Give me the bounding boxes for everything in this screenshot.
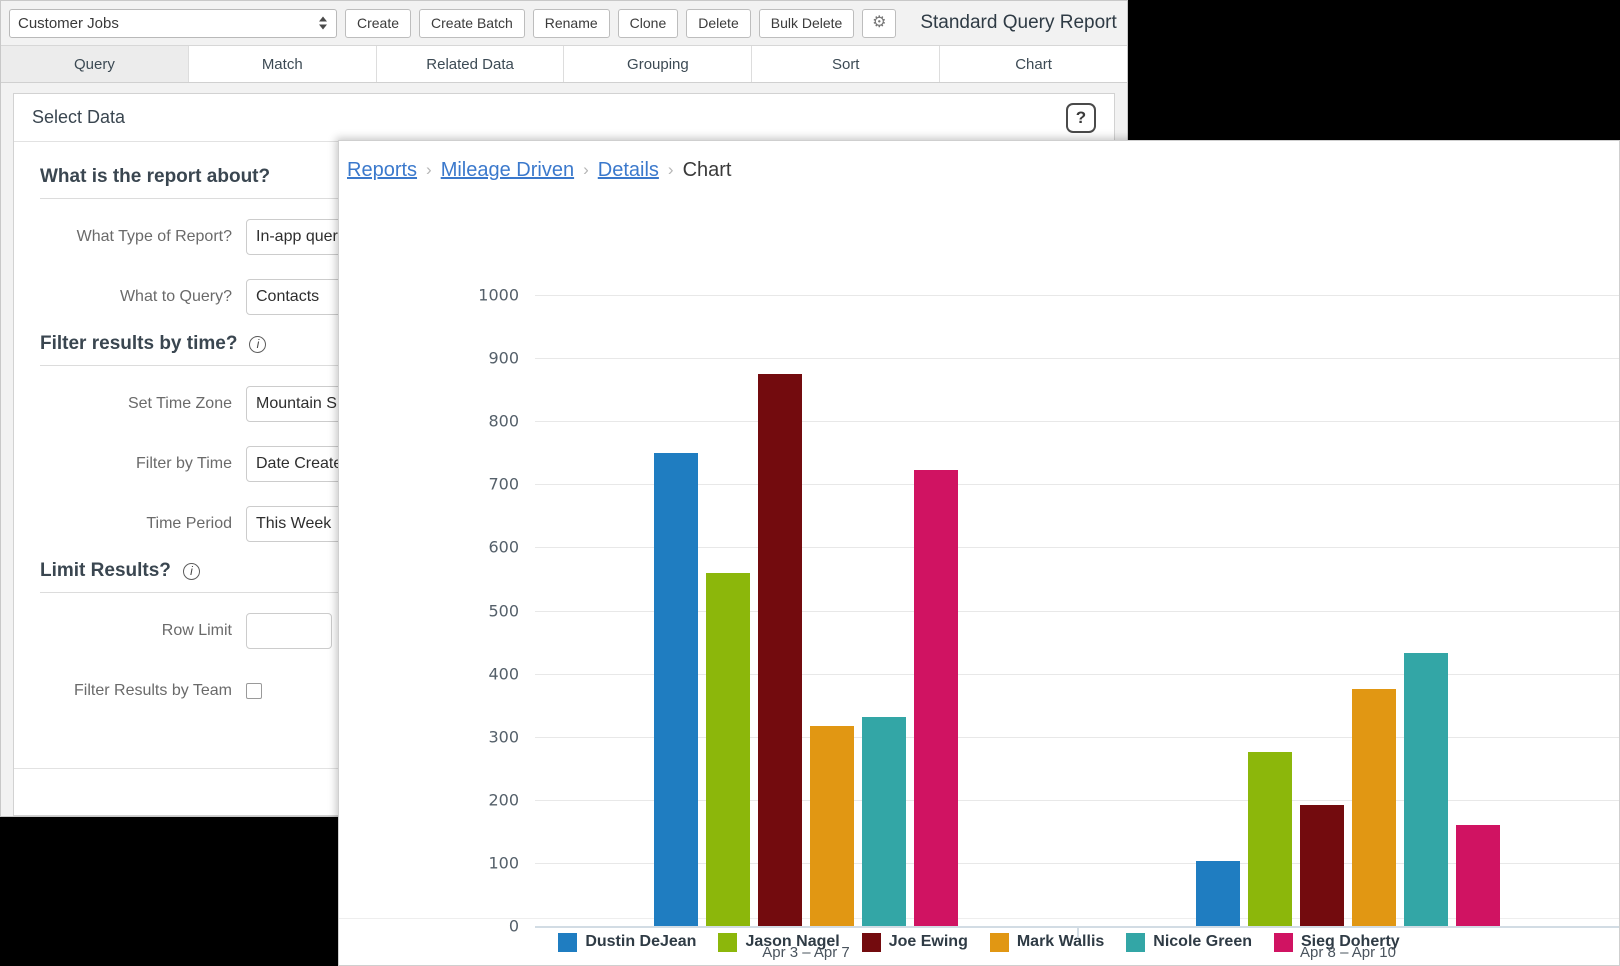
field-label: Time Period xyxy=(146,515,232,532)
report-title: Standard Query Report xyxy=(920,12,1117,33)
y-axis-tick-label: 900 xyxy=(488,348,519,368)
settings-button[interactable]: ⚙ xyxy=(862,8,897,38)
bar[interactable] xyxy=(758,373,802,926)
field-label: What to Query? xyxy=(119,288,232,305)
bar[interactable] xyxy=(1456,825,1500,926)
field-label: Filter by Time xyxy=(135,455,232,472)
breadcrumb-item-details[interactable]: Details xyxy=(598,159,659,182)
y-axis-tick-label: 0 xyxy=(508,916,519,936)
sort-spinner-icon[interactable] xyxy=(319,16,327,30)
legend-swatch xyxy=(1273,932,1293,952)
field-label: Row Limit xyxy=(161,622,232,639)
plot-area: 0 100 200 300 400 500 600 700 800 900 1000 xyxy=(478,286,1619,936)
legend-item[interactable]: Nicole Green xyxy=(1126,932,1252,952)
object-select-value: Customer Jobs xyxy=(18,14,119,32)
tab-query[interactable]: Query xyxy=(1,46,189,82)
breadcrumb-item-mileage-driven[interactable]: Mileage Driven xyxy=(441,159,574,182)
clone-button[interactable]: Clone xyxy=(617,8,679,38)
create-batch-button[interactable]: Create Batch xyxy=(419,8,525,38)
legend-swatch xyxy=(1126,932,1146,952)
query-toolbar: Customer Jobs Create Create Batch Rename… xyxy=(1,1,1127,46)
y-axis-tick-label: 500 xyxy=(488,601,519,620)
bar[interactable] xyxy=(914,470,958,926)
chevron-right-icon: › xyxy=(667,160,674,179)
legend-swatch xyxy=(861,932,881,952)
gridline xyxy=(535,358,1619,360)
tab-match[interactable]: Match xyxy=(188,46,377,82)
field-label: Filter Results by Team xyxy=(74,682,232,699)
y-axis-tick-label: 700 xyxy=(488,474,519,494)
bar[interactable] xyxy=(1300,804,1344,926)
info-icon[interactable]: i xyxy=(182,562,200,580)
x-axis-tick xyxy=(1077,928,1079,938)
legend-item[interactable]: Mark Wallis xyxy=(989,932,1105,952)
field-label: What Type of Report? xyxy=(76,228,232,245)
create-button[interactable]: Create xyxy=(345,8,412,38)
y-axis-tick-label: 1000 xyxy=(478,285,519,305)
legend-label: Nicole Green xyxy=(1153,933,1252,950)
legend-item[interactable]: Dustin DeJean xyxy=(558,932,697,952)
rename-button[interactable]: Rename xyxy=(532,8,610,38)
y-axis-tick-label: 800 xyxy=(488,411,519,431)
chevron-right-icon: › xyxy=(583,160,589,179)
y-axis-tick-label: 100 xyxy=(488,853,519,873)
chevron-right-icon: › xyxy=(426,160,432,179)
panel-title: Select Data xyxy=(32,107,126,127)
gridline xyxy=(535,421,1619,423)
y-axis-tick-label: 600 xyxy=(488,537,519,557)
object-select[interactable]: Customer Jobs xyxy=(9,8,337,38)
breadcrumb-item-reports[interactable]: Reports xyxy=(347,159,417,182)
breadcrumb: Reports › Mileage Driven › Details › Cha… xyxy=(339,141,1619,199)
legend-swatch xyxy=(718,932,738,952)
bar[interactable] xyxy=(1352,689,1396,926)
bar[interactable] xyxy=(810,725,854,926)
question-mark-icon[interactable]: ? xyxy=(1066,102,1096,133)
x-axis-category-label: Apr 8 – Apr 10 xyxy=(1300,944,1396,961)
legend-swatch xyxy=(989,932,1009,952)
bar[interactable] xyxy=(654,452,698,926)
app-root: Customer Jobs Create Create Batch Rename… xyxy=(0,0,1620,966)
y-axis-tick-label: 200 xyxy=(488,790,519,810)
bar[interactable] xyxy=(1196,861,1240,926)
bar[interactable] xyxy=(1404,652,1448,926)
tab-chart[interactable]: Chart xyxy=(940,46,1127,82)
bar[interactable] xyxy=(706,572,750,926)
bar[interactable] xyxy=(1248,752,1292,926)
legend-swatch xyxy=(558,932,578,952)
legend-label: Joe Ewing xyxy=(888,933,968,950)
section-heading-text: Limit Results? xyxy=(40,560,171,581)
field-label: Set Time Zone xyxy=(127,395,232,412)
legend-label: Dustin DeJean xyxy=(585,933,697,950)
info-icon[interactable]: i xyxy=(249,335,267,353)
query-tabs: Query Match Related Data Grouping Sort C… xyxy=(1,46,1127,83)
x-axis-category-label: Apr 3 – Apr 7 xyxy=(762,944,850,961)
gear-icon: ⚙ xyxy=(872,14,887,31)
select-data-header: Select Data ? xyxy=(14,94,1114,142)
bar-chart: 0 100 200 300 400 500 600 700 800 900 1000 Apr 3 –… xyxy=(339,199,1619,961)
y-axis-tick-label: 300 xyxy=(488,727,519,747)
delete-button[interactable]: Delete xyxy=(686,8,751,38)
breadcrumb-item-chart: Chart xyxy=(682,158,732,181)
bar[interactable] xyxy=(862,716,906,926)
tab-sort[interactable]: Sort xyxy=(752,46,941,82)
row-limit-input[interactable] xyxy=(246,613,332,649)
tab-grouping[interactable]: Grouping xyxy=(564,46,753,82)
section-heading-text: Filter results by time? xyxy=(40,333,238,354)
y-axis-tick-label: 400 xyxy=(488,664,519,684)
tab-related-data[interactable]: Related Data xyxy=(376,46,565,82)
bulk-delete-button[interactable]: Bulk Delete xyxy=(758,8,855,38)
filter-results-by-team-checkbox[interactable] xyxy=(246,683,262,699)
gridline xyxy=(535,295,1619,296)
legend-label: Mark Wallis xyxy=(1016,933,1105,950)
section-heading-text: What is the report about? xyxy=(40,166,271,187)
chart-window: Reports › Mileage Driven › Details › Cha… xyxy=(338,140,1620,966)
legend-item[interactable]: Joe Ewing xyxy=(861,932,968,952)
